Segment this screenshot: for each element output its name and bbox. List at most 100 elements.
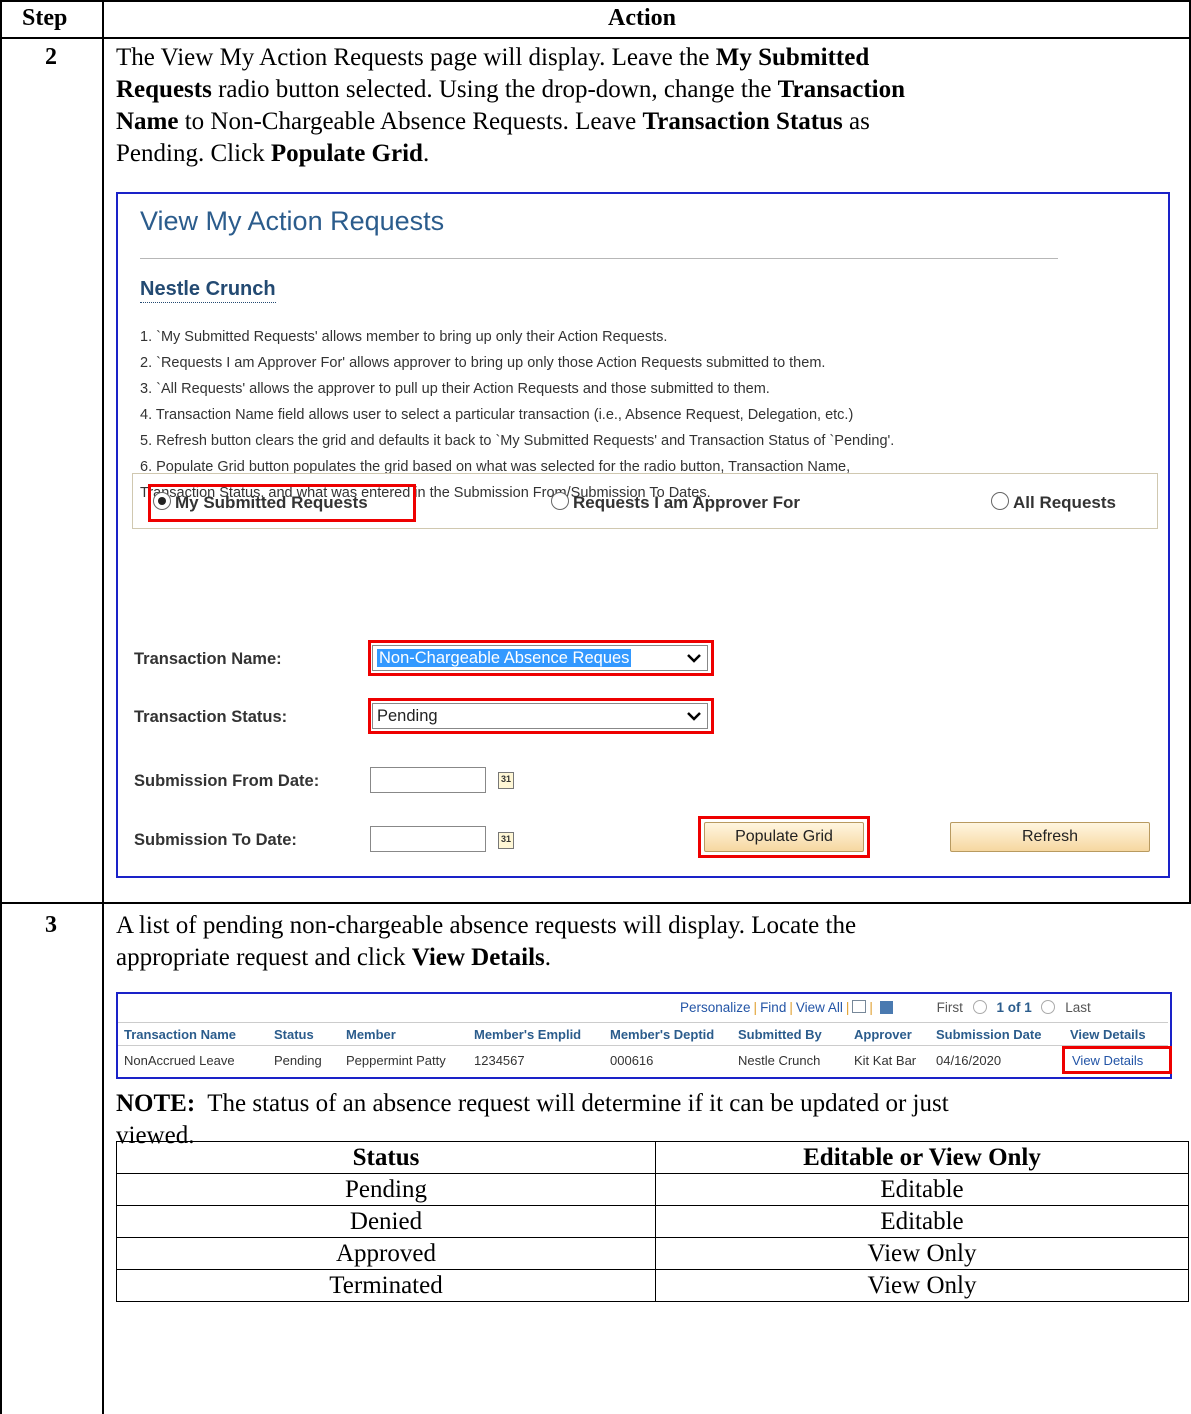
column-header: Status: [116, 1141, 656, 1174]
table-border-left: [0, 0, 2, 1414]
requests-grid-screenshot: Personalize | Find | View All | | First 1 of 1…: [116, 992, 1172, 1079]
radio-label: All Requests: [1013, 493, 1116, 512]
view-all-link[interactable]: View All: [796, 1000, 843, 1015]
step2-bold: Populate Grid: [270, 140, 423, 167]
calendar-icon[interactable]: 31: [498, 832, 514, 849]
action-requests-screenshot: View My Action Requests Nestle Crunch 1.…: [116, 192, 1170, 878]
step3-text: appropriate request and click: [116, 944, 406, 971]
step3-text: A list of pending non-chargeable absence…: [116, 912, 857, 939]
column-header: Member's Deptid: [610, 1027, 715, 1042]
row-range: 1 of 1: [996, 1000, 1032, 1015]
step2-bold: Name: [116, 108, 179, 135]
table-cell: Nestle Crunch: [738, 1053, 821, 1068]
last-link[interactable]: Last: [1065, 1000, 1091, 1015]
step2-bold: Requests: [116, 76, 212, 103]
radio-unselected-icon: [991, 492, 1009, 510]
note-text: The status of an absence request will de…: [207, 1090, 949, 1117]
step3-instructions: A list of pending non-chargeable absence…: [116, 910, 856, 974]
radio-label: Requests I am Approver For: [573, 493, 801, 512]
highlight-view-details: [1062, 1046, 1172, 1074]
table-cell: Denied: [116, 1205, 656, 1238]
step-number-3: 3: [45, 912, 57, 938]
submission-to-input[interactable]: [370, 826, 486, 852]
table-cell: View Only: [655, 1269, 1189, 1302]
refresh-button[interactable]: Refresh: [950, 822, 1150, 852]
column-header: Submitted By: [738, 1027, 822, 1042]
radio-requests-i-am-approver-for[interactable]: Requests I am Approver For: [551, 492, 800, 513]
title-divider: [140, 258, 1058, 259]
user-name: Nestle Crunch: [140, 278, 276, 303]
step2-text: The View My Action Requests page will di…: [116, 44, 710, 71]
step2-text: to Non-Chargeable Absence Requests. Leav…: [184, 108, 637, 135]
table-cell: Kit Kat Bar: [854, 1053, 917, 1068]
instruction-item: 1. `My Submitted Requests' allows member…: [140, 329, 668, 345]
step2-text: radio button selected. Using the drop-do…: [218, 76, 772, 103]
step2-text: as: [848, 108, 870, 135]
note-label: NOTE:: [116, 1090, 196, 1117]
highlight-transaction-name: [368, 640, 714, 676]
instruction-item: 3. `All Requests' allows the approver to…: [140, 381, 770, 397]
transaction-name-label: Transaction Name:: [134, 650, 282, 668]
table-cell: Pending: [116, 1173, 656, 1206]
table-border-top: [0, 0, 1191, 2]
table-cell: Editable: [655, 1173, 1189, 1206]
step-number-2: 2: [45, 44, 57, 70]
column-header: Approver: [854, 1027, 912, 1042]
table-cell: 04/16/2020: [936, 1053, 1002, 1068]
highlight-populate-grid: [698, 816, 870, 858]
table-header-row: Status Editable or View Only: [116, 1141, 1189, 1174]
table-row: Denied Editable: [116, 1205, 1189, 1238]
instruction-item: 2. `Requests I am Approver For' allows a…: [140, 355, 826, 371]
instruction-item: 4. Transaction Name field allows user to…: [140, 407, 854, 423]
header-step: Step: [22, 5, 68, 31]
table-cell: NonAccrued Leave: [124, 1053, 235, 1068]
table-cell: Editable: [655, 1205, 1189, 1238]
table-cell: Pending: [274, 1053, 322, 1068]
column-header: Member's Emplid: [474, 1027, 582, 1042]
page-title: View My Action Requests: [140, 206, 445, 236]
step2-instructions: The View My Action Requests page will di…: [116, 42, 1176, 170]
step2-text: Pending. Click: [116, 140, 265, 167]
column-header: Submission Date: [936, 1027, 1042, 1042]
step3-bold: View Details: [411, 944, 545, 971]
previous-arrow-icon[interactable]: [972, 1000, 987, 1014]
highlight-my-submitted-requests: [148, 484, 416, 522]
download-icon[interactable]: [879, 1001, 893, 1014]
grid-nav-bar: Personalize | Find | View All | | First 1 of 1…: [680, 1000, 1091, 1015]
calendar-icon[interactable]: 31: [498, 772, 514, 789]
table-cell: 000616: [610, 1053, 654, 1068]
table-cell: 1234567: [474, 1053, 525, 1068]
column-header: Status: [274, 1027, 314, 1042]
column-header: Member: [346, 1027, 396, 1042]
table-cell: Terminated: [116, 1269, 656, 1302]
table-cell: View Only: [655, 1237, 1189, 1270]
radio-all-requests[interactable]: All Requests: [991, 492, 1116, 513]
table-row: Terminated View Only: [116, 1269, 1189, 1302]
table-row: Approved View Only: [116, 1237, 1189, 1270]
submission-from-input[interactable]: [370, 767, 486, 793]
zoom-icon[interactable]: [852, 1000, 867, 1013]
step2-text: .: [422, 140, 430, 167]
table-row: Pending Editable: [116, 1173, 1189, 1206]
table-cell: Approved: [116, 1237, 656, 1270]
column-header: Transaction Name: [124, 1027, 236, 1042]
step2-bold: My Submitted: [715, 44, 870, 71]
column-header: View Details: [1070, 1027, 1146, 1042]
column-header: Editable or View Only: [655, 1141, 1189, 1174]
header-action: Action: [608, 5, 676, 31]
radio-unselected-icon: [551, 492, 569, 510]
personalize-link[interactable]: Personalize: [680, 1000, 751, 1015]
instruction-item: 5. Refresh button clears the grid and de…: [140, 433, 895, 449]
step2-bold: Transaction: [777, 76, 905, 103]
column-divider: [102, 0, 104, 1414]
row-divider: [0, 902, 1191, 904]
next-arrow-icon[interactable]: [1041, 1000, 1056, 1014]
find-link[interactable]: Find: [760, 1000, 786, 1015]
step3-text: .: [544, 944, 552, 971]
submission-to-label: Submission To Date:: [134, 831, 297, 849]
first-link[interactable]: First: [937, 1000, 963, 1015]
step2-bold: Transaction Status: [642, 108, 843, 135]
header-divider: [0, 37, 1191, 39]
transaction-status-label: Transaction Status:: [134, 708, 288, 726]
submission-from-label: Submission From Date:: [134, 772, 320, 790]
